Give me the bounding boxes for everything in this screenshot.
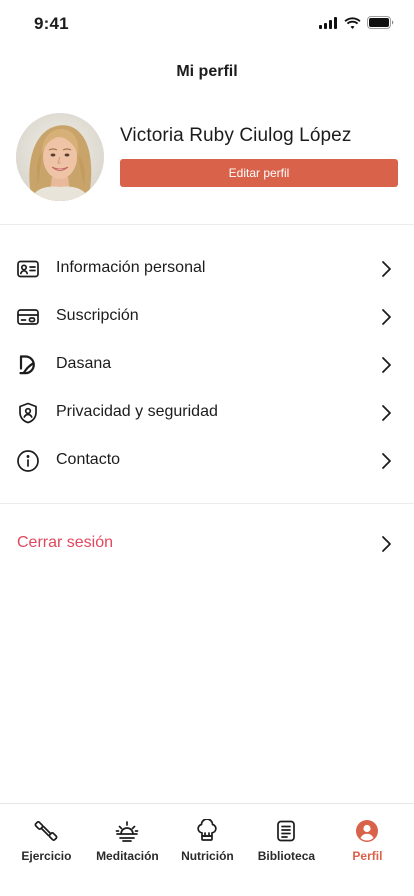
id-card-icon: [17, 260, 39, 278]
tab-label: Perfil: [352, 849, 383, 863]
tab-perfil[interactable]: Perfil: [326, 804, 409, 874]
avatar[interactable]: [16, 113, 104, 201]
profile-menu: Información personal Suscripción Dasana …: [0, 245, 414, 485]
logout-button[interactable]: Cerrar sesión: [0, 520, 414, 568]
wifi-icon: [344, 16, 361, 29]
logout-label: Cerrar sesión: [17, 534, 114, 551]
tab-label: Biblioteca: [257, 849, 316, 863]
chevron-right-icon: [382, 536, 391, 552]
notebook-icon: [277, 820, 296, 842]
dasana-logo-icon: [19, 355, 35, 375]
shield-user-icon: [19, 402, 37, 424]
menu-item-label: Contacto: [56, 451, 121, 468]
menu-item-label: Dasana: [56, 355, 112, 372]
tab-biblioteca[interactable]: Biblioteca: [245, 804, 328, 874]
menu-item-label: Privacidad y seguridad: [56, 403, 218, 420]
tab-label: Ejercicio: [21, 849, 72, 863]
credit-card-icon: [17, 309, 39, 325]
menu-item-subscription[interactable]: Suscripción: [0, 293, 414, 341]
tab-label: Nutrición: [181, 849, 234, 863]
status-time: 9:41: [34, 14, 69, 33]
chevron-right-icon: [382, 453, 391, 469]
tab-meditacion[interactable]: Meditación: [86, 804, 169, 874]
profile-name: Victoria Ruby Ciulog López: [120, 125, 352, 146]
info-icon: [17, 450, 39, 472]
page-title: Mi perfil: [176, 63, 238, 80]
status-bar: 9:41: [0, 0, 414, 48]
chevron-right-icon: [382, 309, 391, 325]
tab-label: Meditación: [96, 849, 159, 863]
chevron-right-icon: [382, 405, 391, 421]
menu-item-personal-info[interactable]: Información personal: [0, 245, 414, 293]
menu-item-label: Información personal: [56, 259, 206, 276]
divider: [0, 224, 414, 225]
tab-nutricion[interactable]: Nutrición: [166, 804, 249, 874]
menu-item-label: Suscripción: [56, 307, 139, 324]
tab-ejercicio[interactable]: Ejercicio: [5, 804, 88, 874]
menu-item-dasana[interactable]: Dasana: [0, 341, 414, 389]
cellular-signal-icon: [319, 16, 337, 29]
user-circle-icon: [356, 820, 379, 842]
chevron-right-icon: [382, 261, 391, 277]
divider: [0, 503, 414, 504]
battery-icon: [367, 16, 394, 29]
avatar-photo: [16, 113, 104, 201]
menu-item-privacy[interactable]: Privacidad y seguridad: [0, 389, 414, 437]
chef-hat-icon: [197, 819, 218, 841]
menu-item-contact[interactable]: Contacto: [0, 437, 414, 485]
chevron-right-icon: [382, 357, 391, 373]
status-icons: [319, 16, 394, 29]
profile-section: Victoria Ruby Ciulog López Editar perfil: [16, 113, 398, 203]
edit-profile-button[interactable]: Editar perfil: [120, 159, 398, 187]
tab-bar: Ejercicio Meditación Nutrición Bibliotec…: [0, 803, 414, 896]
sunrise-icon: [116, 821, 139, 842]
dumbbell-icon: [34, 821, 58, 841]
